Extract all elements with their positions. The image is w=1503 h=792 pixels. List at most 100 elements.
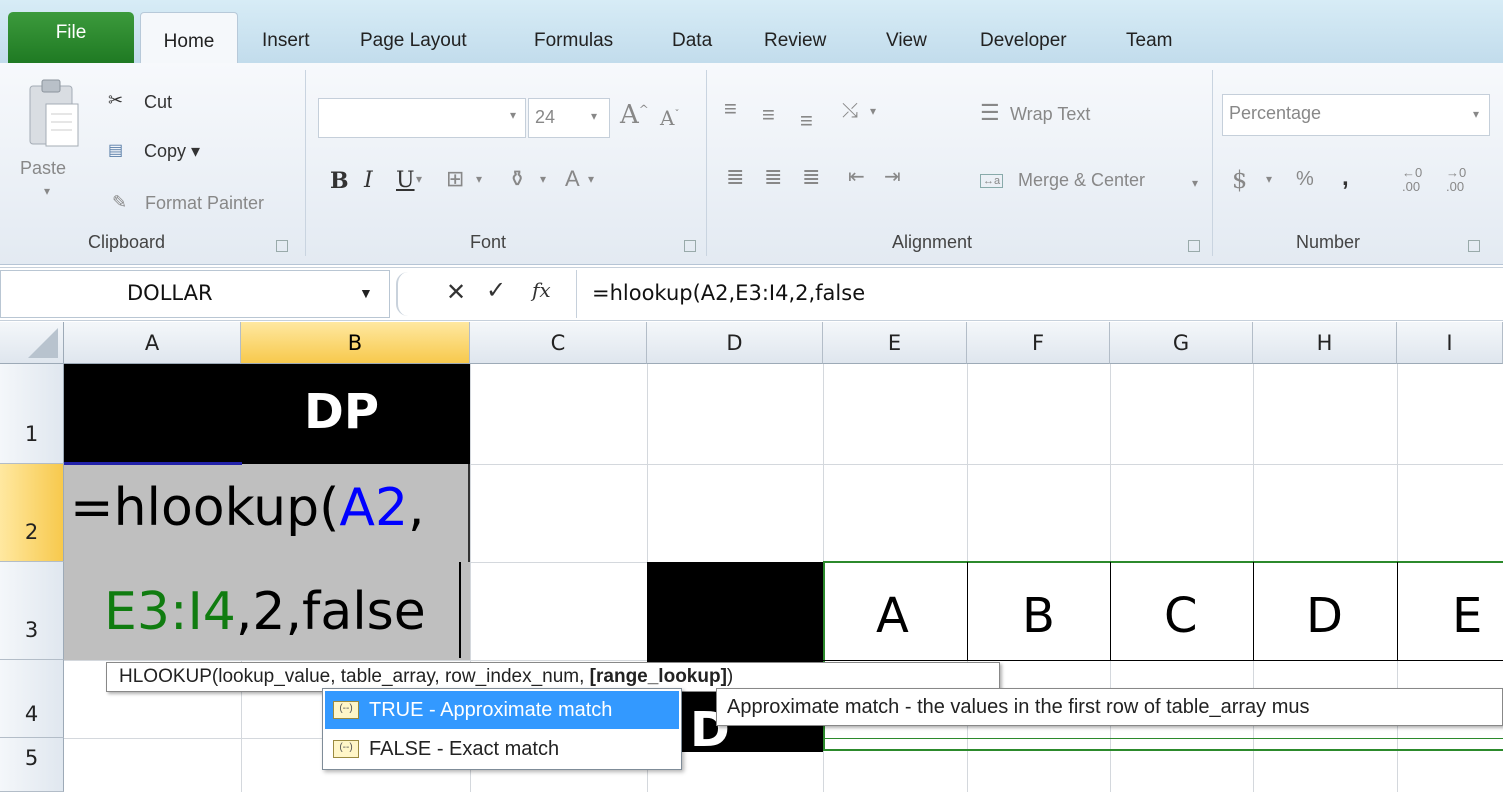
select-all-corner[interactable]	[0, 322, 64, 364]
shrink-font-icon[interactable]: Aˇ	[660, 106, 679, 130]
align-left-icon[interactable]: ≣	[726, 164, 744, 190]
formula-input[interactable]: =hlookup(A2,E3:I4,2,false	[592, 281, 865, 305]
font-size-value: 24	[535, 107, 556, 127]
paste-dropdown-icon[interactable]: ▾	[44, 184, 50, 198]
column-header-g[interactable]: G	[1110, 322, 1253, 364]
borders-icon[interactable]: ⊞	[446, 166, 464, 192]
font-color-button[interactable]: A	[565, 166, 580, 192]
cell-e3[interactable]: A	[876, 588, 909, 644]
constant-icon: (--)	[333, 701, 359, 719]
formula-bar-splitter[interactable]	[396, 272, 416, 316]
comma-button[interactable]: ,	[1342, 164, 1349, 192]
cell-i3[interactable]: E	[1452, 588, 1482, 644]
cell-g3[interactable]: C	[1164, 588, 1198, 644]
cell-border-accent	[64, 462, 242, 465]
alignment-dialog-launcher-icon[interactable]	[1188, 240, 1200, 252]
font-color-dropdown-icon[interactable]: ▾	[588, 172, 594, 186]
decrease-decimal-icon[interactable]: →0.00	[1446, 166, 1466, 194]
row-header-2[interactable]: 2	[0, 464, 64, 562]
row-header-5[interactable]: 5	[0, 738, 64, 792]
align-middle-icon[interactable]: ≡	[762, 102, 775, 128]
column-header-f[interactable]: F	[967, 322, 1110, 364]
orientation-icon[interactable]: ⤯	[842, 100, 858, 123]
italic-button[interactable]: I	[364, 168, 373, 193]
tab-formulas[interactable]: Formulas	[534, 30, 613, 52]
orientation-dropdown-icon[interactable]: ▾	[870, 104, 876, 118]
paste-button[interactable]: Paste ▾	[14, 76, 94, 206]
row-header-3[interactable]: 3	[0, 562, 64, 660]
number-format-combo[interactable]: Percentage ▾	[1222, 94, 1490, 136]
formula-func-text: =hlookup(	[70, 478, 340, 538]
font-name-combo[interactable]	[318, 98, 526, 138]
currency-dropdown-icon[interactable]: ▾	[1266, 172, 1272, 186]
tab-data[interactable]: Data	[672, 30, 712, 52]
font-size-combo[interactable]: 24 ▾	[528, 98, 610, 138]
name-box-dropdown-icon[interactable]: ▼	[359, 285, 373, 301]
underline-button[interactable]: U	[396, 168, 415, 193]
cell-h3[interactable]: D	[1306, 588, 1343, 644]
alignment-group-label: Alignment	[892, 232, 973, 252]
fill-color-icon[interactable]: ⚱	[508, 166, 526, 192]
percent-button[interactable]: %	[1296, 168, 1314, 191]
column-header-e[interactable]: E	[823, 322, 967, 364]
font-name-dropdown-icon[interactable]: ▾	[510, 108, 516, 122]
align-right-icon[interactable]: ≣	[802, 164, 820, 190]
autocomplete-item-label: TRUE - Approximate match	[369, 699, 613, 721]
ribbon-separator	[1212, 70, 1213, 256]
column-header-d[interactable]: D	[647, 322, 823, 364]
insert-function-icon[interactable]: fx	[532, 278, 551, 302]
decrease-indent-icon[interactable]: ⇤	[848, 164, 865, 189]
align-center-icon[interactable]: ≣	[764, 164, 782, 190]
autocomplete-item-false[interactable]: (--) FALSE - Exact match	[325, 730, 679, 768]
tab-team[interactable]: Team	[1126, 30, 1172, 52]
merge-center-button[interactable]: Merge & Center	[1018, 170, 1145, 191]
row-header-4[interactable]: 4	[0, 660, 64, 738]
align-top-icon[interactable]: ≡	[724, 96, 737, 122]
cancel-entry-icon[interactable]: ✕	[446, 278, 466, 307]
enter-check-icon[interactable]: ✓	[486, 276, 506, 305]
tab-insert[interactable]: Insert	[262, 30, 310, 52]
cut-button[interactable]: Cut	[144, 92, 172, 113]
fill-color-dropdown-icon[interactable]: ▾	[540, 172, 546, 186]
tab-file[interactable]: File	[8, 12, 134, 63]
number-dialog-launcher-icon[interactable]	[1468, 240, 1480, 252]
tab-page-layout[interactable]: Page Layout	[360, 30, 467, 52]
cell-d3[interactable]	[647, 562, 823, 660]
format-painter-button[interactable]: Format Painter	[145, 193, 264, 214]
increase-decimal-icon[interactable]: ←0.00	[1402, 166, 1422, 194]
name-box-value: DOLLAR	[127, 281, 213, 305]
tab-home[interactable]: Home	[140, 12, 238, 64]
increase-indent-icon[interactable]: ⇥	[884, 164, 901, 189]
align-bottom-icon[interactable]: ≡	[800, 108, 813, 134]
column-header-h[interactable]: H	[1253, 322, 1397, 364]
grow-font-icon[interactable]: A^	[620, 100, 649, 130]
table-border	[967, 562, 968, 660]
constant-icon: (--)	[333, 740, 359, 758]
autocomplete-item-true[interactable]: (--) TRUE - Approximate match	[325, 691, 679, 729]
borders-dropdown-icon[interactable]: ▾	[476, 172, 482, 186]
tab-developer[interactable]: Developer	[980, 30, 1067, 52]
cell-a1-b1[interactable]	[64, 364, 470, 464]
merge-center-dropdown-icon[interactable]: ▾	[1192, 176, 1198, 190]
number-format-dropdown-icon: ▾	[1473, 107, 1480, 121]
column-header-a[interactable]: A	[64, 322, 241, 364]
name-box[interactable]: DOLLAR ▼	[0, 270, 390, 318]
wrap-text-button[interactable]: Wrap Text	[1010, 104, 1090, 125]
underline-dropdown-icon[interactable]: ▾	[416, 172, 422, 186]
tab-view[interactable]: View	[886, 30, 927, 52]
autocomplete-list: (--) TRUE - Approximate match (--) FALSE…	[322, 688, 682, 770]
formula-bar-divider	[576, 270, 577, 318]
cell-f3[interactable]: B	[1022, 588, 1055, 644]
column-header-b[interactable]: B	[241, 322, 470, 364]
column-header-c[interactable]: C	[470, 322, 647, 364]
copy-button[interactable]: Copy ▾	[144, 141, 200, 162]
font-dialog-launcher-icon[interactable]	[684, 240, 696, 252]
column-header-i[interactable]: I	[1397, 322, 1503, 364]
currency-button[interactable]: $	[1232, 166, 1247, 194]
formula-ref-a2: A2	[339, 478, 409, 538]
tab-review[interactable]: Review	[764, 30, 826, 52]
bold-button[interactable]: B	[330, 168, 349, 194]
formula-ref-range: E3:I4	[104, 582, 236, 642]
clipboard-dialog-launcher-icon[interactable]	[276, 240, 288, 252]
row-header-1[interactable]: 1	[0, 364, 64, 464]
